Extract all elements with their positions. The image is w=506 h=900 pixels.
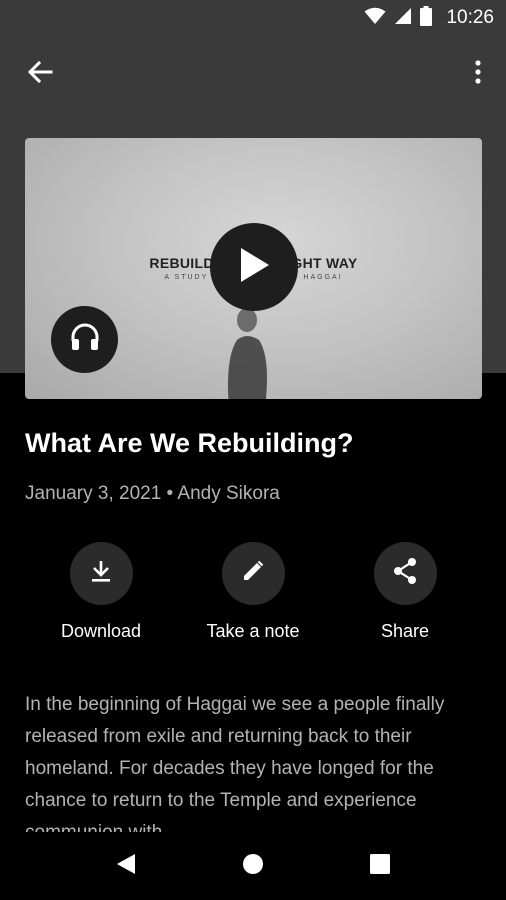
system-nav-bar bbox=[0, 832, 506, 900]
take-a-note-button[interactable]: Take a note bbox=[178, 542, 328, 642]
sermon-description: In the beginning of Haggai we see a peop… bbox=[25, 694, 445, 832]
headphones-icon bbox=[70, 323, 100, 356]
recents-square-icon bbox=[370, 853, 390, 879]
media-thumbnail[interactable]: REBUILDING THE RIGHT WAY A STUDY OF THE … bbox=[25, 138, 482, 399]
sermon-date-speaker: January 3, 2021 • Andy Sikora bbox=[25, 483, 280, 504]
battery-icon bbox=[420, 5, 433, 31]
note-circle bbox=[221, 542, 285, 605]
listen-audio-button[interactable] bbox=[51, 306, 118, 373]
nav-home-button[interactable] bbox=[235, 848, 271, 884]
back-triangle-icon bbox=[116, 853, 136, 880]
download-button[interactable]: Download bbox=[26, 542, 176, 642]
back-button[interactable] bbox=[20, 56, 60, 92]
take-a-note-label: Take a note bbox=[206, 621, 300, 641]
more-vert-icon bbox=[475, 59, 481, 89]
share-icon bbox=[392, 557, 418, 590]
nav-back-button[interactable] bbox=[108, 848, 144, 884]
arrow-left-icon bbox=[27, 60, 53, 89]
share-button[interactable]: Share bbox=[330, 542, 480, 642]
download-label: Download bbox=[60, 621, 142, 641]
status-time: 10:26 bbox=[446, 7, 494, 28]
share-label: Share bbox=[380, 621, 430, 641]
wifi-icon bbox=[364, 7, 386, 30]
play-icon bbox=[237, 246, 271, 289]
status-icons: 10:26 bbox=[364, 5, 494, 31]
play-button[interactable] bbox=[210, 223, 298, 311]
share-circle bbox=[373, 542, 437, 605]
action-row: Download Take a note Share bbox=[0, 542, 506, 652]
nav-recents-button[interactable] bbox=[362, 848, 398, 884]
download-icon bbox=[90, 559, 112, 588]
home-circle-icon bbox=[242, 853, 264, 880]
sermon-title: What Are We Rebuilding? bbox=[25, 428, 354, 458]
pencil-icon bbox=[242, 560, 264, 587]
more-options-button[interactable] bbox=[464, 56, 492, 92]
download-circle bbox=[69, 542, 133, 605]
app-bar bbox=[0, 44, 506, 104]
status-bar: 10:26 bbox=[0, 0, 506, 36]
signal-icon bbox=[394, 7, 412, 30]
